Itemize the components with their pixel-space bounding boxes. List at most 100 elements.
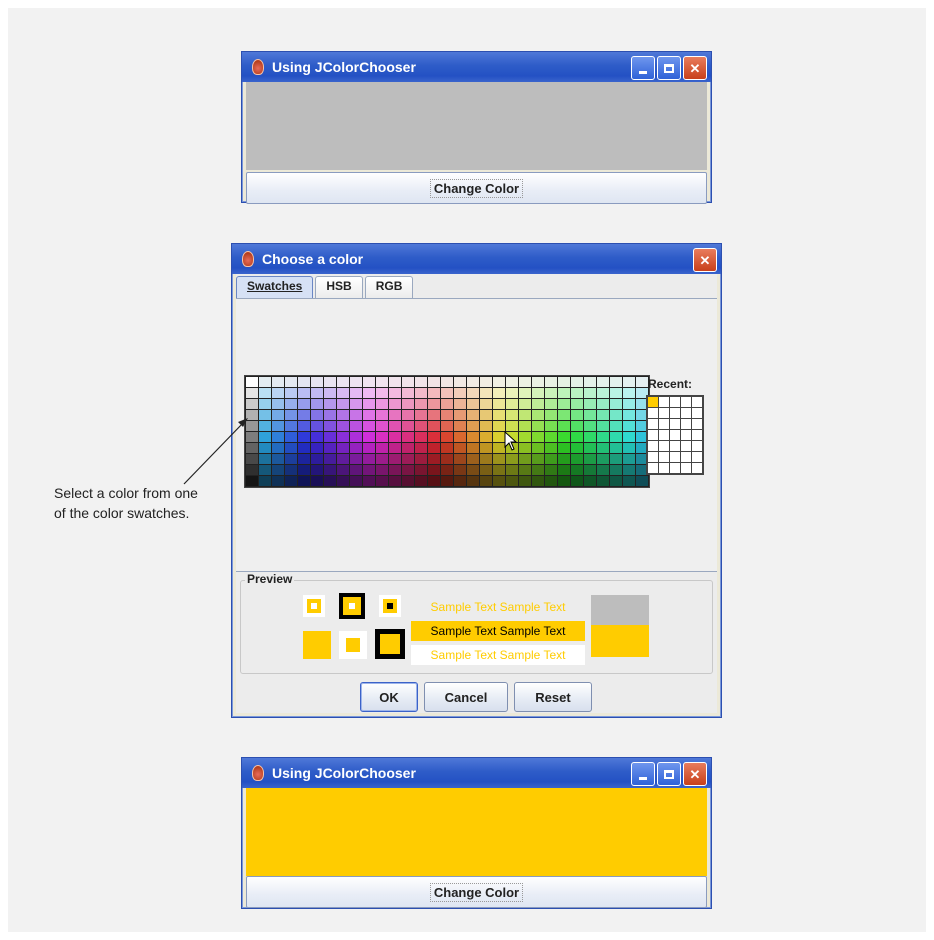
- color-swatch[interactable]: [441, 432, 453, 442]
- color-swatch[interactable]: [428, 399, 440, 409]
- color-swatch[interactable]: [285, 476, 297, 486]
- cancel-button[interactable]: Cancel: [424, 682, 508, 712]
- color-swatch[interactable]: [597, 465, 609, 475]
- reset-button[interactable]: Reset: [514, 682, 592, 712]
- color-swatch[interactable]: [402, 432, 414, 442]
- color-swatch[interactable]: [324, 432, 336, 442]
- color-swatch[interactable]: [337, 443, 349, 453]
- color-swatch[interactable]: [519, 421, 531, 431]
- color-swatch[interactable]: [415, 421, 427, 431]
- recent-swatch[interactable]: [692, 430, 702, 440]
- color-swatch[interactable]: [454, 443, 466, 453]
- color-swatch[interactable]: [363, 388, 375, 398]
- color-swatch[interactable]: [259, 410, 271, 420]
- color-swatch[interactable]: [532, 377, 544, 387]
- color-swatch[interactable]: [337, 432, 349, 442]
- color-swatch[interactable]: [623, 399, 635, 409]
- color-swatch[interactable]: [259, 421, 271, 431]
- color-swatch[interactable]: [441, 421, 453, 431]
- recent-swatch[interactable]: [681, 452, 691, 462]
- recent-swatch[interactable]: [692, 441, 702, 451]
- color-swatch[interactable]: [363, 432, 375, 442]
- color-swatch[interactable]: [428, 377, 440, 387]
- color-swatch[interactable]: [350, 432, 362, 442]
- color-swatch[interactable]: [454, 399, 466, 409]
- color-swatch[interactable]: [350, 443, 362, 453]
- recent-swatch[interactable]: [659, 452, 669, 462]
- color-swatch[interactable]: [376, 399, 388, 409]
- color-swatch[interactable]: [610, 465, 622, 475]
- color-swatch[interactable]: [389, 399, 401, 409]
- color-swatch[interactable]: [623, 388, 635, 398]
- close-icon[interactable]: ✕: [693, 248, 717, 272]
- color-swatch[interactable]: [363, 377, 375, 387]
- color-swatch[interactable]: [285, 454, 297, 464]
- color-swatch[interactable]: [584, 399, 596, 409]
- color-swatch[interactable]: [571, 443, 583, 453]
- color-swatch[interactable]: [311, 465, 323, 475]
- recent-swatch[interactable]: [681, 441, 691, 451]
- color-swatch[interactable]: [311, 476, 323, 486]
- color-swatch[interactable]: [324, 421, 336, 431]
- color-swatch[interactable]: [428, 410, 440, 420]
- color-swatch[interactable]: [532, 443, 544, 453]
- recent-swatch[interactable]: [648, 452, 658, 462]
- color-swatch[interactable]: [571, 465, 583, 475]
- color-swatch[interactable]: [402, 410, 414, 420]
- color-swatch[interactable]: [597, 443, 609, 453]
- color-swatch[interactable]: [337, 465, 349, 475]
- color-swatch[interactable]: [454, 465, 466, 475]
- recent-swatch[interactable]: [648, 408, 658, 418]
- color-swatch[interactable]: [402, 377, 414, 387]
- color-swatch[interactable]: [493, 410, 505, 420]
- color-swatch[interactable]: [272, 476, 284, 486]
- color-swatch[interactable]: [467, 377, 479, 387]
- color-swatch[interactable]: [272, 377, 284, 387]
- color-swatch[interactable]: [493, 377, 505, 387]
- color-swatch[interactable]: [558, 432, 570, 442]
- color-swatch[interactable]: [584, 454, 596, 464]
- color-swatch[interactable]: [558, 454, 570, 464]
- color-swatch[interactable]: [532, 410, 544, 420]
- color-swatch[interactable]: [259, 377, 271, 387]
- color-swatch[interactable]: [467, 454, 479, 464]
- color-swatch[interactable]: [428, 443, 440, 453]
- color-swatch[interactable]: [519, 399, 531, 409]
- color-swatch[interactable]: [467, 465, 479, 475]
- color-swatch[interactable]: [454, 476, 466, 486]
- color-swatch[interactable]: [584, 377, 596, 387]
- color-swatch[interactable]: [441, 388, 453, 398]
- color-swatch[interactable]: [623, 465, 635, 475]
- color-swatch[interactable]: [428, 454, 440, 464]
- color-swatch[interactable]: [480, 465, 492, 475]
- color-swatch[interactable]: [324, 377, 336, 387]
- color-swatch[interactable]: [506, 465, 518, 475]
- recent-swatch[interactable]: [681, 430, 691, 440]
- color-swatch[interactable]: [298, 388, 310, 398]
- recent-swatch[interactable]: [681, 397, 691, 407]
- recent-swatch[interactable]: [648, 441, 658, 451]
- color-swatch[interactable]: [519, 410, 531, 420]
- color-swatch[interactable]: [545, 410, 557, 420]
- color-swatch[interactable]: [389, 476, 401, 486]
- color-swatch[interactable]: [324, 476, 336, 486]
- color-swatch[interactable]: [272, 388, 284, 398]
- maximize-icon[interactable]: [657, 56, 681, 80]
- color-swatch[interactable]: [259, 465, 271, 475]
- color-swatch[interactable]: [480, 443, 492, 453]
- color-swatch[interactable]: [324, 410, 336, 420]
- recent-swatch[interactable]: [692, 408, 702, 418]
- color-swatch[interactable]: [519, 388, 531, 398]
- recent-swatch[interactable]: [681, 419, 691, 429]
- color-swatch[interactable]: [376, 388, 388, 398]
- color-swatch[interactable]: [298, 432, 310, 442]
- recent-swatch[interactable]: [670, 408, 680, 418]
- color-swatch[interactable]: [311, 421, 323, 431]
- color-swatch[interactable]: [454, 421, 466, 431]
- color-swatch[interactable]: [467, 410, 479, 420]
- close-icon[interactable]: ✕: [683, 762, 707, 786]
- color-swatch[interactable]: [584, 443, 596, 453]
- color-swatch[interactable]: [363, 443, 375, 453]
- color-swatch[interactable]: [467, 476, 479, 486]
- color-swatch[interactable]: [480, 399, 492, 409]
